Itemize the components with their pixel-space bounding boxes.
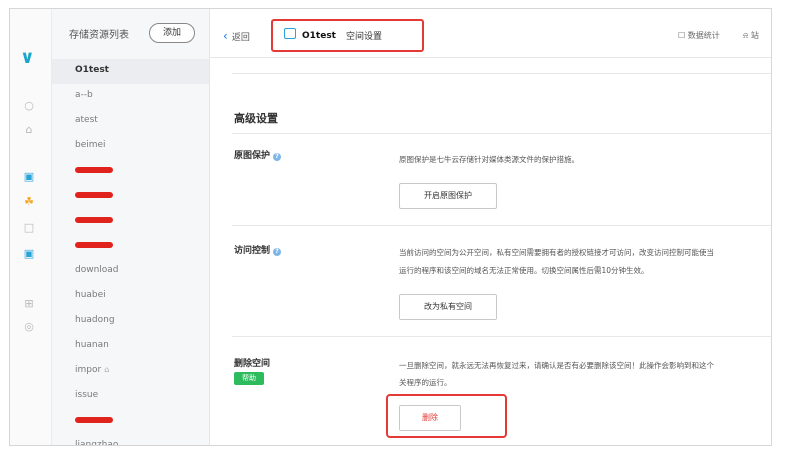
bell-icon: ⍾ (743, 31, 751, 40)
storage-icon[interactable]: ▣ (22, 169, 36, 183)
bucket-list-item-label: impor (75, 365, 102, 375)
bucket-list-item-label: a--b (75, 90, 93, 100)
bucket-list-item[interactable]: a--b (52, 84, 209, 109)
redaction-mark (75, 166, 113, 173)
divider (232, 73, 771, 74)
back-link[interactable]: ‹ 返回 (223, 29, 250, 43)
more-icon[interactable]: ◎ (22, 319, 36, 333)
back-label: 返回 (231, 33, 250, 43)
enable-protection-button[interactable]: 开启原图保护 (399, 183, 497, 209)
divider (232, 336, 771, 337)
bucket-list-item-label: beimei (75, 140, 106, 150)
redaction-mark (75, 416, 113, 423)
access-control-label: 访问控制? (234, 243, 282, 256)
add-bucket-button[interactable]: 添加 (149, 23, 195, 43)
data-stats-link[interactable]: ☐ 数据统计 (678, 30, 720, 41)
bucket-list-item[interactable]: huanan (52, 334, 209, 359)
bucket-list-item[interactable] (52, 209, 209, 234)
icon-rail: ∨ ○ ⌂ ▣ ☘ □ ▣ ⊞ ◎ (10, 9, 52, 445)
bucket-list-title: 存储资源列表 (69, 30, 129, 41)
chevron-left-icon: ‹ (223, 29, 228, 43)
media-icon[interactable]: □ (22, 220, 36, 234)
monitor-icon: ☐ (678, 31, 688, 40)
bucket-list-item[interactable]: impor ⌂ (52, 359, 209, 384)
bucket-list-panel: 存储资源列表 添加 O1test a--b atest beimei download h… (52, 9, 210, 445)
bucket-list-item-label: O1test (75, 65, 109, 75)
highlight-box-delete (386, 394, 507, 438)
video-icon[interactable]: ▣ (22, 246, 36, 260)
bucket-list-item-label: liangzhao (75, 440, 119, 446)
access-control-desc-line2: 运行的程序和该空间的域名无法正常使用。切换空间属性后需10分钟生效。 (399, 266, 649, 275)
delete-space-label: 删除空间 (234, 359, 271, 369)
settings-content: 高级设置 原图保护? 原图保护是七牛云存储针对媒体类源文件的保护措施。 开启原图… (210, 58, 771, 445)
delete-space-desc-line1: 一旦删除空间，就永远无法再恢复过来，请确认是否有必要删除该空间！此操作会影响到和… (399, 361, 714, 370)
bucket-list-item-label: huadong (75, 315, 115, 325)
cdn-icon[interactable]: ☘ (22, 194, 36, 208)
original-protection-text: 原图保护 (234, 151, 271, 161)
app-window: ∨ ○ ⌂ ▣ ☘ □ ▣ ⊞ ◎ 存储资源列表 添加 O1test a--b at… (9, 8, 772, 446)
bucket-list-item-label: huanan (75, 340, 109, 350)
lock-icon: ⌂ (104, 365, 110, 374)
original-protection-desc: 原图保护是七牛云存储针对媒体类源文件的保护措施。 (399, 155, 579, 164)
make-private-button[interactable]: 改为私有空间 (399, 294, 497, 320)
top-bar: ‹ 返回 O1test 空间设置 ☐ 数据统计 ⍾ 站 (210, 9, 771, 58)
redaction-mark (75, 241, 113, 248)
bucket-list-item[interactable]: download (52, 259, 209, 284)
bucket-list-item[interactable] (52, 159, 209, 184)
divider (232, 225, 771, 226)
notification-link[interactable]: ⍾ 站 (743, 30, 759, 41)
bucket-list-header: 存储资源列表 添加 (52, 9, 209, 55)
redaction-mark (75, 191, 113, 198)
bucket-list: O1test a--b atest beimei download huabei huado… (52, 59, 209, 446)
apps-icon[interactable]: ⊞ (22, 296, 36, 310)
help-icon[interactable]: ? (273, 248, 282, 256)
access-control-desc-line1: 当前访问的空间为公开空间，私有空间需要拥有者的授权链接才可访问，改变访问控制可能… (399, 248, 714, 257)
bucket-list-item[interactable]: beimei (52, 134, 209, 159)
bucket-list-item-label: issue (75, 390, 99, 400)
delete-space-desc-line2: 关程序的运行。 (399, 378, 452, 387)
divider (232, 133, 771, 134)
home-icon[interactable]: ⌂ (22, 122, 36, 136)
original-protection-label: 原图保护? (234, 148, 282, 161)
bucket-list-item[interactable]: liangzhao (52, 434, 209, 446)
data-stats-label: 数据统计 (687, 31, 720, 40)
bucket-list-item[interactable]: issue (52, 384, 209, 409)
bucket-list-item[interactable]: O1test (52, 59, 209, 84)
bucket-list-item-label: huabei (75, 290, 106, 300)
bucket-list-item[interactable] (52, 184, 209, 209)
bucket-list-item-label: atest (75, 115, 98, 125)
bucket-list-item[interactable] (52, 409, 209, 434)
advanced-settings-title: 高级设置 (234, 112, 278, 125)
bucket-list-item[interactable]: huadong (52, 309, 209, 334)
search-icon[interactable]: ○ (22, 98, 36, 112)
help-icon[interactable]: ? (273, 153, 282, 161)
help-badge[interactable]: 帮助 (234, 372, 264, 385)
highlight-box-header (271, 19, 424, 52)
bucket-list-item[interactable]: atest (52, 109, 209, 134)
notification-label: 站 (750, 31, 759, 40)
access-control-text: 访问控制 (234, 246, 271, 256)
qiniu-logo-icon[interactable]: ∨ (20, 47, 35, 68)
redaction-mark (75, 216, 113, 223)
bucket-list-item[interactable] (52, 234, 209, 259)
bucket-list-item[interactable]: huabei (52, 284, 209, 309)
bucket-list-item-label: download (75, 265, 119, 275)
